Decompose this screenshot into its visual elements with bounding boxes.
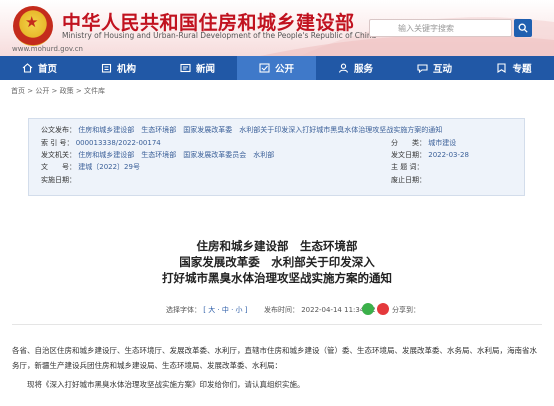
meta-label: 索 引 号： <box>41 139 74 147</box>
meta-row-doc-number: 文 号： 建城〔2022〕29号 <box>41 162 140 172</box>
building-icon <box>101 63 112 73</box>
article-paragraph: 现将《深入打好城市黑臭水体治理攻坚战实施方案》印发给你们，请认真组织实施。 <box>27 380 305 389</box>
nav-label: 公开 <box>274 64 294 75</box>
meta-row-date: 发文日期： 2022-03-28 <box>391 150 469 160</box>
meta-label: 主 题 词： <box>391 163 424 171</box>
search-input[interactable]: 输入关键字搜索 <box>369 19 512 37</box>
article-title-line-1: 住房和城乡建设部 生态环境部 <box>196 239 358 253</box>
nav-item-home[interactable]: 首页 <box>0 56 79 80</box>
meta-row-effective: 实施日期： <box>41 175 78 185</box>
meta-row-index: 索 引 号： 000013338/2022-00174 <box>41 138 161 148</box>
person-icon <box>338 63 349 73</box>
nav-item-interaction[interactable]: 互动 <box>395 56 474 80</box>
search-icon <box>518 23 528 33</box>
nav-item-public[interactable]: 公开 <box>237 56 316 80</box>
chat-icon <box>417 64 428 73</box>
meta-value: 住房和城乡建设部 生态环境部 国家发展改革委 水利部关于印发深入打好城市黑臭水体… <box>78 126 443 134</box>
site-header: ★ 中华人民共和国住房和城乡建设部 Ministry of Housing an… <box>0 0 554 56</box>
meta-value: 住房和城乡建设部 生态环境部 国家发展改革委员会 水利部 <box>78 151 275 159</box>
breadcrumb[interactable]: 首页 > 公开 > 政策 > 文件库 <box>11 86 105 96</box>
news-icon <box>180 63 191 73</box>
open-icon <box>259 63 270 73</box>
article-paragraph: 各省、自治区住房和城乡建设厅、生态环境厅、发展改革委、水利厅，直辖市住房和城乡建… <box>12 346 537 370</box>
nav-item-service[interactable]: 服务 <box>316 56 395 80</box>
meta-value: 建城〔2022〕29号 <box>78 163 140 171</box>
article-divider <box>12 324 542 325</box>
search-button[interactable] <box>514 19 532 37</box>
meta-row-expire: 废止日期： <box>391 175 428 185</box>
article-title-line-3: 打好城市黑臭水体治理攻坚战实施方案的通知 <box>162 271 392 285</box>
nav-label: 首页 <box>37 64 57 75</box>
national-emblem-icon[interactable]: ★ <box>13 6 53 46</box>
meta-label: 分 类： <box>391 139 426 147</box>
article-title-line-2: 国家发展改革委 水利部关于印发深入 <box>179 255 375 269</box>
nav-item-topic[interactable]: 专题 <box>474 56 554 80</box>
meta-label: 发文机关： <box>41 151 76 159</box>
nav-label: 新闻 <box>195 64 215 75</box>
meta-value: 000013338/2022-00174 <box>75 139 161 147</box>
publish-time-label: 发布时间： <box>263 306 299 314</box>
site-subtitle: Ministry of Housing and Urban-Rural Deve… <box>62 31 377 40</box>
meta-label: 发文日期： <box>391 151 426 159</box>
meta-row-topic: 主 题 词： <box>391 162 426 172</box>
site-domain: www.mohurd.gov.cn <box>12 45 83 53</box>
meta-label: 实施日期： <box>41 176 76 184</box>
nav-label: 服务 <box>353 64 373 75</box>
meta-row-publisher: 公文发布： 住房和城乡建设部 生态环境部 国家发展改革委 水利部关于印发深入打好… <box>41 125 442 135</box>
font-size-label: 选择字体： <box>166 306 201 314</box>
meta-label: 废止日期： <box>391 176 426 184</box>
meta-label: 文 号： <box>41 163 76 171</box>
main-nav: 首页 机构 新闻 公开 服务 互动 专题 <box>0 56 554 80</box>
nav-label: 互动 <box>432 64 452 75</box>
meta-value: 2022-03-28 <box>428 151 469 159</box>
nav-item-news[interactable]: 新闻 <box>158 56 237 80</box>
weibo-share-icon[interactable] <box>377 303 389 315</box>
document-metadata-box: 公文发布： 住房和城乡建设部 生态环境部 国家发展改革委 水利部关于印发深入打好… <box>28 118 525 196</box>
topic-icon <box>497 63 507 73</box>
meta-row-issuer: 发文机关： 住房和城乡建设部 生态环境部 国家发展改革委员会 水利部 <box>41 150 274 160</box>
meta-label: 公文发布： <box>41 126 76 134</box>
nav-label: 专题 <box>512 64 532 75</box>
home-icon <box>22 63 33 73</box>
meta-value: 城市建设 <box>428 139 457 147</box>
meta-row-category: 分 类： 城市建设 <box>391 138 456 148</box>
share-label: 分享到： <box>392 306 421 314</box>
nav-item-organization[interactable]: 机构 <box>79 56 158 80</box>
nav-label: 机构 <box>116 64 136 75</box>
font-size-selector[interactable]: [ 大 · 中 · 小 ] <box>203 306 247 314</box>
wechat-share-icon[interactable] <box>362 303 374 315</box>
